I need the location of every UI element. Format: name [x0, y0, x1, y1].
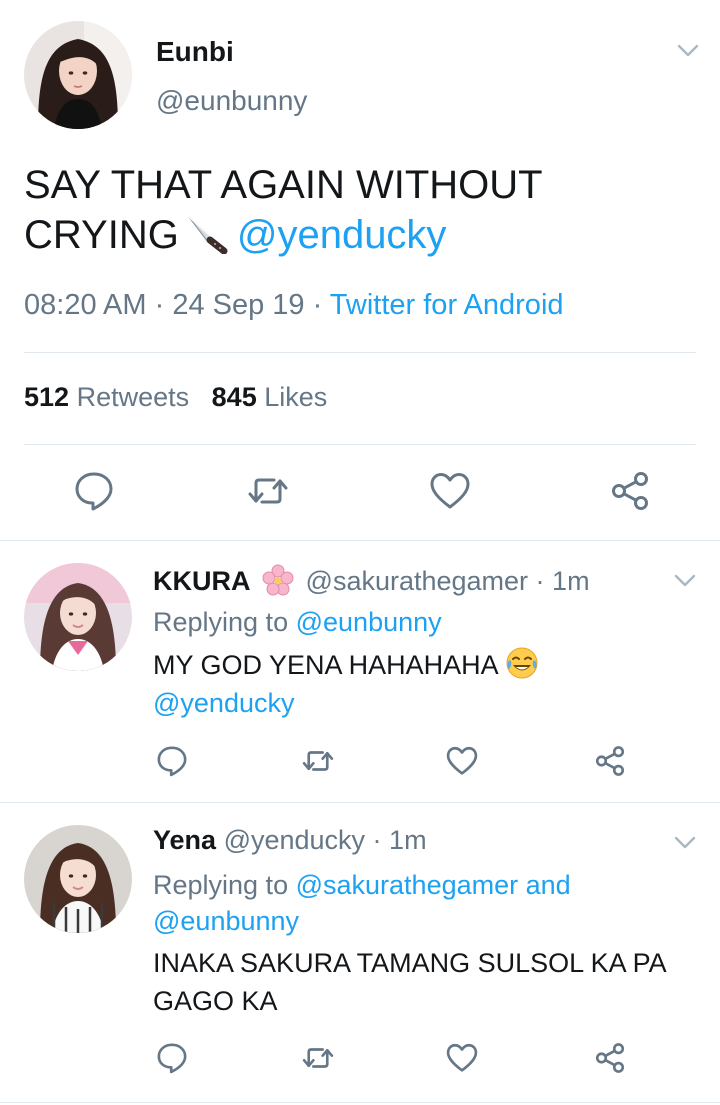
tears-of-joy-icon	[505, 646, 539, 680]
eunbi-avatar[interactable]	[24, 21, 132, 129]
reply-author-name[interactable]: Yena	[153, 825, 216, 855]
reply-time: 1m	[552, 566, 590, 596]
meta-separator: ·	[146, 289, 173, 321]
reply-text-line: GAGO KA	[153, 986, 278, 1016]
reply-tweet[interactable]: Yena @yenducky · 1m Replying to @sakurat…	[0, 803, 720, 1103]
yena-avatar[interactable]	[24, 825, 132, 933]
reply-header: Yena @yenducky · 1m	[153, 825, 427, 855]
divider	[24, 444, 696, 445]
reply-icon[interactable]	[155, 744, 189, 778]
author-name[interactable]: Eunbi	[156, 36, 234, 68]
tweet-meta: 08:20 AM · 24 Sep 19 · Twitter for Andro…	[24, 289, 564, 322]
like-icon[interactable]	[428, 469, 472, 513]
replying-prefix: Replying to	[153, 870, 289, 900]
mention-yenducky[interactable]: @yenducky	[153, 684, 703, 722]
tweet-text-line-1: SAY THAT AGAIN WITHOUT	[24, 163, 543, 207]
divider	[24, 352, 696, 353]
share-icon[interactable]	[608, 469, 652, 513]
retweet-icon[interactable]	[301, 744, 335, 778]
retweet-icon[interactable]	[246, 469, 290, 513]
main-tweet: Eunbi @eunbunny SAY THAT AGAIN WITHOUT C…	[0, 0, 720, 540]
reply-author-name[interactable]: KKURA	[153, 566, 251, 596]
reply-time: 1m	[389, 825, 427, 855]
reply-icon[interactable]	[72, 469, 116, 513]
reply-icon[interactable]	[155, 1041, 189, 1075]
meta-separator: ·	[304, 289, 330, 321]
tweet-date: 24 Sep 19	[172, 289, 305, 321]
reply-author-handle[interactable]: @yenducky	[224, 825, 365, 855]
retweets-stat[interactable]: 512 Retweets	[24, 382, 189, 412]
tweet-text-line-2: CRYING @yenducky	[24, 210, 684, 260]
replying-mention[interactable]: @eunbunny	[296, 607, 442, 637]
reply-text-content: MY GOD YENA HAHAHAHA	[153, 650, 499, 680]
reply-text: MY GOD YENA HAHAHAHA @yenducky	[153, 646, 703, 722]
replying-to: Replying to @sakurathegamer and @eunbunn…	[153, 867, 673, 939]
mention-yenducky[interactable]: @yenducky	[237, 213, 447, 257]
tweet-source-link[interactable]: Twitter for Android	[330, 289, 564, 321]
replying-and: and	[525, 870, 571, 900]
tweet-stats: 512 Retweets 845 Likes	[24, 382, 327, 413]
replying-prefix: Replying to	[153, 607, 289, 637]
cherry-blossom-icon	[262, 564, 294, 596]
chevron-down-icon[interactable]	[677, 44, 699, 58]
replying-to: Replying to @eunbunny	[153, 604, 673, 640]
tweet-text: SAY THAT AGAIN WITHOUT CRYING @yenducky	[24, 160, 684, 260]
retweets-label: Retweets	[76, 382, 190, 412]
reply-author-handle[interactable]: @sakurathegamer	[306, 566, 529, 596]
like-icon[interactable]	[445, 744, 479, 778]
kkura-avatar[interactable]	[24, 563, 132, 671]
reply-text: INAKA SAKURA TAMANG SULSOL KA PA GAGO KA	[153, 944, 703, 1020]
divider	[0, 1102, 720, 1103]
chevron-down-icon[interactable]	[674, 836, 696, 850]
reply-header: KKURA @sakurathegamer · 1m	[153, 564, 590, 596]
reply-text-line: INAKA SAKURA TAMANG SULSOL KA PA	[153, 948, 667, 978]
like-icon[interactable]	[445, 1041, 479, 1075]
tweet-text-word: CRYING	[24, 213, 179, 257]
chevron-down-icon[interactable]	[674, 574, 696, 588]
share-icon[interactable]	[593, 1041, 627, 1075]
author-handle[interactable]: @eunbunny	[156, 85, 307, 117]
tweet-time: 08:20 AM	[24, 289, 147, 321]
knife-icon	[185, 214, 229, 254]
likes-stat[interactable]: 845 Likes	[212, 382, 328, 412]
retweet-icon[interactable]	[301, 1041, 335, 1075]
retweets-count: 512	[24, 382, 70, 412]
share-icon[interactable]	[593, 744, 627, 778]
replying-mention[interactable]: @eunbunny	[153, 906, 299, 936]
reply-tweet[interactable]: KKURA @sakurathegamer · 1m Replying to @…	[0, 541, 720, 801]
likes-label: Likes	[264, 382, 328, 412]
reply-text-line: MY GOD YENA HAHAHAHA	[153, 646, 703, 684]
likes-count: 845	[211, 382, 257, 412]
replying-mention[interactable]: @sakurathegamer	[296, 870, 519, 900]
